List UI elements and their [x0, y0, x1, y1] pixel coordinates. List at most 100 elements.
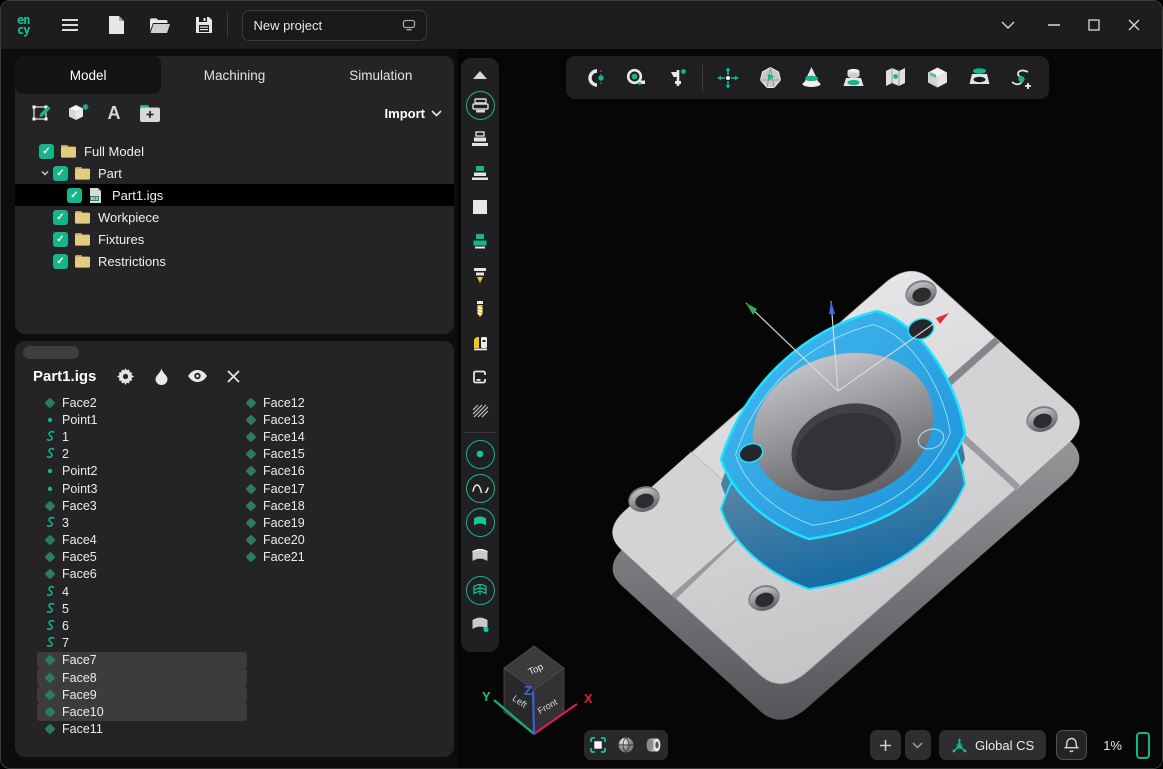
tree-item-workpiece[interactable]: ✓Workpiece	[15, 206, 454, 228]
tool-tip-icon[interactable]	[461, 258, 499, 292]
open-folder-icon[interactable]	[143, 8, 177, 42]
list-item-point3[interactable]: Point3	[37, 480, 247, 497]
list-item-face21[interactable]: Face21	[238, 549, 443, 566]
surface-tool-icon[interactable]	[461, 505, 499, 539]
caliper-icon[interactable]	[658, 59, 698, 96]
surface-point-icon[interactable]	[461, 607, 499, 641]
list-item-2[interactable]: 2	[37, 446, 247, 463]
close-button[interactable]	[1114, 8, 1154, 42]
stock-top-icon[interactable]	[461, 156, 499, 190]
machine-icon[interactable]	[461, 88, 499, 122]
tab-machining[interactable]: Machining	[161, 56, 307, 94]
list-item-face9[interactable]: Face9	[37, 686, 247, 703]
pocket-icon[interactable]	[959, 59, 999, 96]
list-item-face6[interactable]: Face6	[37, 566, 247, 583]
stock-icon[interactable]	[461, 122, 499, 156]
fixture-icon[interactable]	[461, 326, 499, 360]
checkbox-checked[interactable]: ✓	[67, 188, 82, 203]
menu-icon[interactable]	[53, 8, 87, 42]
sketch-icon[interactable]	[27, 99, 57, 127]
list-item-face16[interactable]: Face16	[238, 463, 443, 480]
measure-tape-icon[interactable]	[616, 59, 656, 96]
drill-icon[interactable]	[461, 292, 499, 326]
list-item-point2[interactable]: Point2	[37, 463, 247, 480]
list-item-face5[interactable]: Face5	[37, 549, 247, 566]
droplet-icon[interactable]	[150, 365, 172, 387]
solid-add-icon[interactable]	[63, 99, 93, 127]
eye-icon[interactable]	[186, 365, 208, 387]
checkbox-checked[interactable]: ✓	[53, 232, 68, 247]
import-button[interactable]: Import	[385, 106, 442, 121]
gear-icon[interactable]	[114, 365, 136, 387]
project-name-input[interactable]: New project	[242, 10, 427, 41]
list-item-face3[interactable]: Face3	[37, 497, 247, 514]
tree-item-part1-igs[interactable]: ✓IGSPart1.igs	[15, 184, 454, 206]
checkbox-checked[interactable]: ✓	[53, 254, 68, 269]
list-item-face13[interactable]: Face13	[238, 411, 443, 428]
list-item-face18[interactable]: Face18	[238, 497, 443, 514]
tree-item-restrictions[interactable]: ✓Restrictions	[15, 250, 454, 272]
list-item-4[interactable]: 4	[37, 583, 247, 600]
folder-add-icon[interactable]	[135, 99, 165, 127]
shaded-view-icon[interactable]	[614, 733, 638, 757]
list-item-face20[interactable]: Face20	[238, 532, 443, 549]
tree-item-fixtures[interactable]: ✓Fixtures	[15, 228, 454, 250]
list-item-face10[interactable]: Face10	[37, 703, 247, 720]
list-item-face2[interactable]: Face2	[37, 394, 247, 411]
maximize-button[interactable]	[1074, 8, 1114, 42]
minimize-button[interactable]	[1034, 8, 1074, 42]
list-item-face19[interactable]: Face19	[238, 514, 443, 531]
hatch-icon[interactable]	[461, 394, 499, 428]
transform-move-icon[interactable]	[708, 59, 748, 96]
boss-icon[interactable]	[834, 59, 874, 96]
polyhedron-icon[interactable]	[750, 59, 790, 96]
box-icon[interactable]	[461, 360, 499, 394]
add-cs-button[interactable]	[870, 730, 901, 760]
panel-drag-handle[interactable]	[23, 346, 79, 359]
list-item-face7[interactable]: Face7	[37, 652, 247, 669]
unfold-map-icon[interactable]	[876, 59, 916, 96]
new-file-icon[interactable]	[99, 8, 133, 42]
cube-faces-icon[interactable]	[918, 59, 958, 96]
point-tool-icon[interactable]	[461, 437, 499, 471]
plane-icon[interactable]	[461, 190, 499, 224]
tab-simulation[interactable]: Simulation	[308, 56, 454, 94]
list-item-5[interactable]: 5	[37, 600, 247, 617]
chevron-down-icon[interactable]	[37, 168, 53, 178]
list-item-7[interactable]: 7	[37, 635, 247, 652]
list-item-face14[interactable]: Face14	[238, 428, 443, 445]
tree-item-full-model[interactable]: ✓Full Model	[15, 140, 454, 162]
section-view-icon[interactable]	[642, 733, 666, 757]
list-item-face15[interactable]: Face15	[238, 446, 443, 463]
fit-view-icon[interactable]	[586, 733, 610, 757]
list-item-face4[interactable]: Face4	[37, 532, 247, 549]
checkbox-checked[interactable]: ✓	[53, 210, 68, 225]
list-item-face8[interactable]: Face8	[37, 669, 247, 686]
list-item-6[interactable]: 6	[37, 617, 247, 634]
checkbox-checked[interactable]: ✓	[53, 166, 68, 181]
list-item-face17[interactable]: Face17	[238, 480, 443, 497]
scroll-up-icon[interactable]	[461, 62, 499, 88]
coordinate-system-button[interactable]: Global CS	[939, 730, 1046, 760]
list-item-face12[interactable]: Face12	[238, 394, 443, 411]
list-item-face11[interactable]: Face11	[37, 721, 247, 738]
add-curve-icon[interactable]	[1001, 59, 1041, 96]
tree-item-part[interactable]: ✓Part	[15, 162, 454, 184]
surface-gray-icon[interactable]	[461, 539, 499, 573]
notifications-button[interactable]	[1056, 730, 1087, 760]
checkbox-checked[interactable]: ✓	[39, 144, 54, 159]
text-icon[interactable]: A	[99, 99, 129, 127]
close-icon[interactable]	[222, 365, 244, 387]
list-item-point1[interactable]: Point1	[37, 411, 247, 428]
stock-green-icon[interactable]	[461, 224, 499, 258]
chevron-down-icon[interactable]	[988, 8, 1028, 42]
save-icon[interactable]	[187, 8, 221, 42]
viewport-3d[interactable]: Top Left Front Y Z X Global CS 1%	[457, 49, 1163, 769]
snap-magnet-icon[interactable]	[574, 59, 614, 96]
list-item-3[interactable]: 3	[37, 514, 247, 531]
curve-tool-icon[interactable]	[461, 471, 499, 505]
list-item-1[interactable]: 1	[37, 428, 247, 445]
cone-icon[interactable]	[792, 59, 832, 96]
tab-model[interactable]: Model	[15, 56, 161, 94]
mesh-tool-icon[interactable]	[461, 573, 499, 607]
